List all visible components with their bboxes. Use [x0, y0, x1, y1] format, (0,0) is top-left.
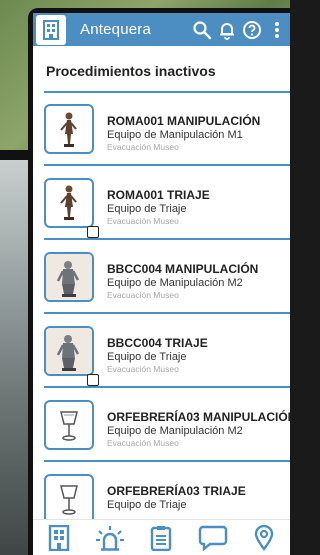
procedure-title: ORFEBRERÍA03 MANIPULACIÓN: [107, 410, 290, 424]
notifications-button[interactable]: [216, 19, 238, 41]
divider: [44, 238, 290, 240]
procedure-thumbnail: [44, 326, 94, 376]
procedure-thumbnail: [44, 252, 94, 302]
divider: [44, 386, 290, 388]
procedure-title: BBCC004 TRIAJE: [107, 336, 208, 350]
search-icon: [193, 20, 212, 39]
procedure-thumbnail: [44, 400, 94, 450]
more-vertical-icon: [275, 21, 279, 38]
procedure-title: ORFEBRERÍA03 TRIAJE: [107, 484, 246, 498]
procedure-type: Evacuación Museo: [107, 290, 179, 300]
nav-chat[interactable]: [197, 522, 229, 554]
checkbox[interactable]: [87, 226, 99, 238]
procedure-team: Equipo de Manipulación M2: [107, 277, 243, 289]
divider: [44, 312, 290, 314]
procedure-title: ROMA001 TRIAJE: [107, 188, 210, 202]
divider: [44, 91, 290, 93]
app-screen: Antequera Procedimientos inactivos ROMA0…: [33, 13, 290, 555]
procedure-type: Evacuación Museo: [107, 438, 179, 448]
procedure-item[interactable]: ROMA001 MANIPULACIÓN Equipo de Manipulac…: [33, 95, 290, 169]
procedure-team: Equipo de Triaje: [107, 499, 187, 511]
procedure-type: Evacuación Museo: [107, 364, 179, 374]
chat-icon: [198, 525, 228, 551]
divider: [44, 460, 290, 462]
procedure-thumbnail: [44, 474, 94, 524]
procedure-team: Equipo de Triaje: [107, 203, 187, 215]
building-icon: [48, 525, 69, 551]
search-button[interactable]: [191, 19, 213, 41]
procedure-title: BBCC004 MANIPULACIÓN: [107, 262, 259, 276]
procedure-thumbnail: [44, 104, 94, 154]
nav-procedures[interactable]: [145, 522, 177, 554]
bottom-navigation: [33, 519, 290, 555]
page-title: Antequera: [80, 21, 152, 38]
help-button[interactable]: [241, 19, 263, 41]
alarm-light-icon: [96, 526, 125, 551]
nav-buildings[interactable]: [43, 522, 75, 554]
procedure-thumbnail: [44, 178, 94, 228]
procedure-item[interactable]: BBCC004 TRIAJE Equipo de Triaje Evacuaci…: [33, 317, 290, 391]
top-app-bar: Antequera: [33, 13, 290, 46]
location-icon: [255, 525, 274, 551]
home-button[interactable]: [36, 14, 66, 45]
procedure-type: Evacuación Museo: [107, 142, 179, 152]
procedure-title: ROMA001 MANIPULACIÓN: [107, 114, 261, 128]
building-icon: [43, 19, 59, 40]
help-icon: [243, 20, 261, 39]
more-options-button[interactable]: [266, 19, 288, 41]
procedure-list: ROMA001 MANIPULACIÓN Equipo de Manipulac…: [33, 95, 290, 539]
procedure-team: Equipo de Manipulación M2: [107, 425, 243, 437]
procedure-team: Equipo de Manipulación M1: [107, 129, 243, 141]
section-title: Procedimientos inactivos: [46, 63, 216, 79]
procedure-item[interactable]: ORFEBRERÍA03 MANIPULACIÓN Equipo de Mani…: [33, 391, 290, 465]
procedure-type: Evacuación Museo: [107, 216, 179, 226]
clipboard-icon: [151, 526, 172, 551]
divider: [44, 164, 290, 166]
procedure-team: Equipo de Triaje: [107, 351, 187, 363]
procedure-item[interactable]: BBCC004 MANIPULACIÓN Equipo de Manipulac…: [33, 243, 290, 317]
checkbox[interactable]: [87, 374, 99, 386]
bell-icon: [220, 22, 234, 40]
nav-alarms[interactable]: [94, 522, 126, 554]
nav-map[interactable]: [248, 522, 280, 554]
procedure-item[interactable]: ROMA001 TRIAJE Equipo de Triaje Evacuaci…: [33, 169, 290, 243]
